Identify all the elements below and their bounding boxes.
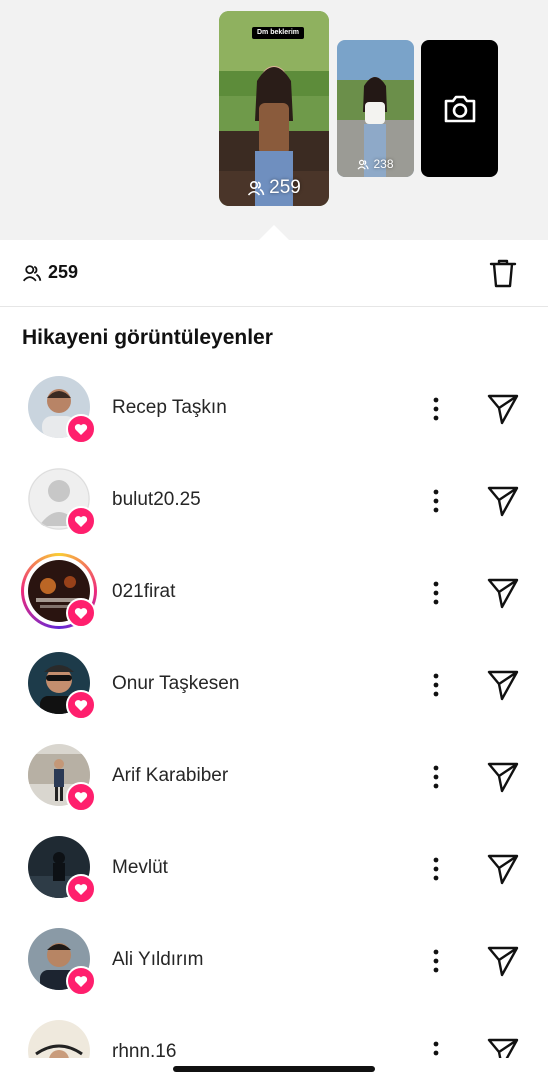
story-thumbnail[interactable]: 238: [337, 40, 414, 177]
heart-icon: [74, 883, 88, 895]
home-indicator[interactable]: [173, 1066, 375, 1072]
story-text-badge: Dm beklerim: [252, 27, 305, 39]
avatar[interactable]: [28, 468, 96, 536]
viewer-name[interactable]: Arif Karabiber: [112, 765, 228, 787]
viewer-name[interactable]: Ali Yıldırım: [112, 949, 204, 971]
send-message-icon[interactable]: [486, 576, 520, 610]
more-options-button[interactable]: [426, 948, 446, 974]
viewers-section-title: Hikayeni görüntüleyenler: [22, 326, 273, 349]
heart-icon: [74, 423, 88, 435]
liked-heart-badge: [66, 966, 96, 996]
more-vertical-icon: [433, 397, 439, 421]
more-vertical-icon: [433, 765, 439, 789]
send-message-icon[interactable]: [486, 392, 520, 426]
more-vertical-icon: [433, 581, 439, 605]
total-viewers: 259: [22, 262, 78, 283]
heart-icon: [74, 607, 88, 619]
liked-heart-badge: [66, 598, 96, 628]
more-options-button[interactable]: [426, 1040, 446, 1058]
more-vertical-icon: [433, 949, 439, 973]
viewer-row[interactable]: Recep Taşkın: [0, 362, 548, 454]
more-options-button[interactable]: [426, 396, 446, 422]
more-options-button[interactable]: [426, 672, 446, 698]
more-vertical-icon: [433, 1041, 439, 1056]
add-story-button[interactable]: [421, 40, 498, 177]
send-message-icon[interactable]: [486, 484, 520, 518]
viewer-stats-bar: 259: [0, 240, 548, 307]
more-vertical-icon: [433, 489, 439, 513]
viewers-icon: [358, 159, 370, 170]
send-message-icon[interactable]: [486, 1036, 520, 1058]
more-options-button[interactable]: [426, 856, 446, 882]
viewer-name[interactable]: rhnn.16: [112, 1041, 176, 1058]
avatar[interactable]: [28, 1020, 90, 1058]
story-thumbnail-selected[interactable]: Dm beklerim 259: [219, 11, 329, 206]
avatar[interactable]: [28, 836, 96, 904]
viewer-row[interactable]: Mevlüt: [0, 822, 548, 914]
more-vertical-icon: [433, 857, 439, 881]
liked-heart-badge: [66, 782, 96, 812]
more-options-button[interactable]: [426, 580, 446, 606]
trash-icon[interactable]: [487, 257, 519, 289]
story-view-count: 238: [337, 157, 414, 171]
heart-icon: [74, 791, 88, 803]
story-thumbnails-area: Dm beklerim 259 238: [0, 0, 548, 241]
more-vertical-icon: [433, 673, 439, 697]
heart-icon: [74, 975, 88, 987]
heart-icon: [74, 699, 88, 711]
camera-icon: [444, 95, 475, 122]
viewer-row[interactable]: Ali Yıldırım: [0, 914, 548, 1006]
viewer-name[interactable]: Mevlüt: [112, 857, 168, 879]
send-message-icon[interactable]: [486, 668, 520, 702]
viewers-icon: [22, 264, 42, 281]
story-view-count-value: 238: [373, 157, 394, 171]
story-view-count: 259: [219, 177, 329, 199]
viewer-name[interactable]: 021firat: [112, 581, 175, 603]
liked-heart-badge: [66, 414, 96, 444]
viewer-name[interactable]: bulut20.25: [112, 489, 201, 511]
total-viewers-value: 259: [48, 262, 79, 282]
viewer-row[interactable]: Arif Karabiber: [0, 730, 548, 822]
liked-heart-badge: [66, 506, 96, 536]
avatar[interactable]: [28, 652, 96, 720]
more-options-button[interactable]: [426, 488, 446, 514]
viewer-row[interactable]: bulut20.25: [0, 454, 548, 546]
avatar[interactable]: [28, 744, 96, 812]
heart-icon: [74, 515, 88, 527]
liked-heart-badge: [66, 690, 96, 720]
viewer-row[interactable]: Onur Taşkesen: [0, 638, 548, 730]
avatar[interactable]: [28, 928, 96, 996]
story-view-count-value: 259: [269, 177, 301, 198]
avatar[interactable]: [21, 553, 97, 629]
send-message-icon[interactable]: [486, 760, 520, 794]
send-message-icon[interactable]: [486, 852, 520, 886]
liked-heart-badge: [66, 874, 96, 904]
viewer-row[interactable]: rhnn.16: [0, 1006, 548, 1058]
viewer-row[interactable]: 021firat: [0, 546, 548, 638]
more-options-button[interactable]: [426, 764, 446, 790]
selected-pointer: [258, 225, 290, 241]
viewer-name[interactable]: Onur Taşkesen: [112, 673, 239, 695]
viewer-name[interactable]: Recep Taşkın: [112, 397, 227, 419]
viewers-icon: [248, 180, 265, 196]
send-message-icon[interactable]: [486, 944, 520, 978]
avatar[interactable]: [28, 376, 96, 444]
